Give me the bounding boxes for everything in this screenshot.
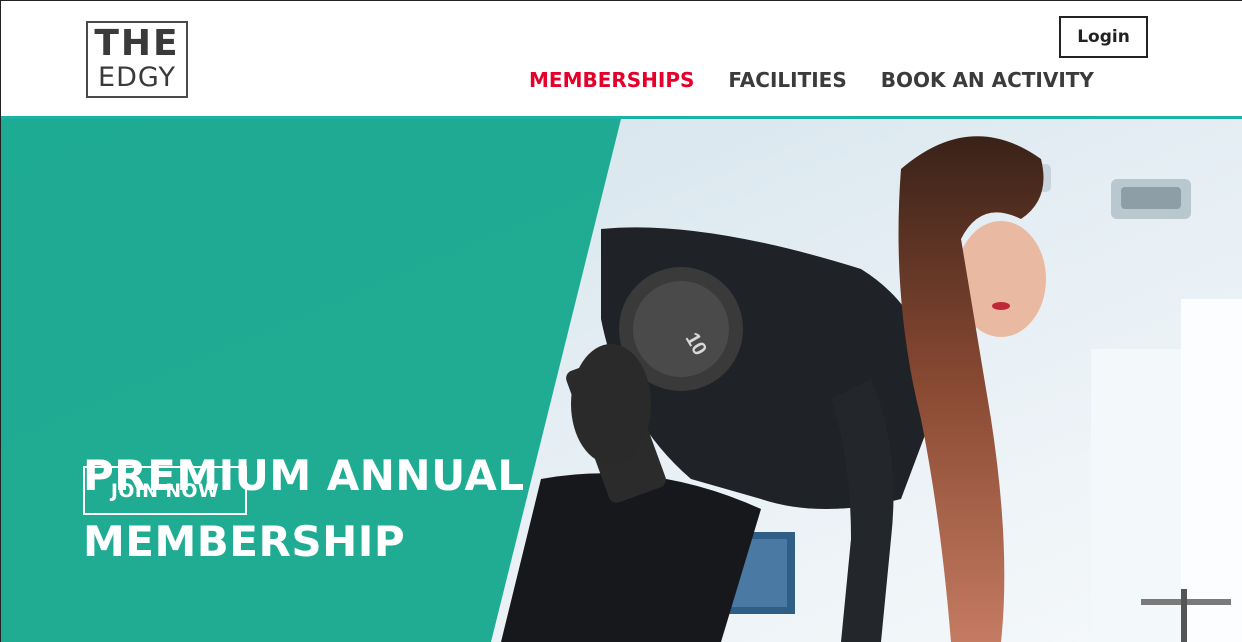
brand-logo[interactable]: THE EDGY (86, 21, 188, 98)
login-button[interactable]: Login (1059, 16, 1148, 58)
logo-line-2: EDGY (98, 62, 176, 93)
hero-banner: 10 PREMIUM ANNUAL MEMBERSHIP JOIN NOW (1, 119, 1242, 642)
join-now-button[interactable]: JOIN NOW (83, 466, 247, 515)
main-nav: MEMBERSHIPS FACILITIES BOOK AN ACTIVITY (529, 63, 1094, 97)
site-header: THE EDGY Login MEMBERSHIPS FACILITIES BO… (1, 1, 1242, 117)
nav-item-facilities[interactable]: FACILITIES (728, 68, 846, 92)
nav-item-memberships[interactable]: MEMBERSHIPS (529, 68, 694, 92)
logo-line-1: THE (94, 23, 180, 64)
hero-title-line-2: MEMBERSHIP (83, 517, 406, 566)
nav-item-book-an-activity[interactable]: BOOK AN ACTIVITY (881, 68, 1094, 92)
